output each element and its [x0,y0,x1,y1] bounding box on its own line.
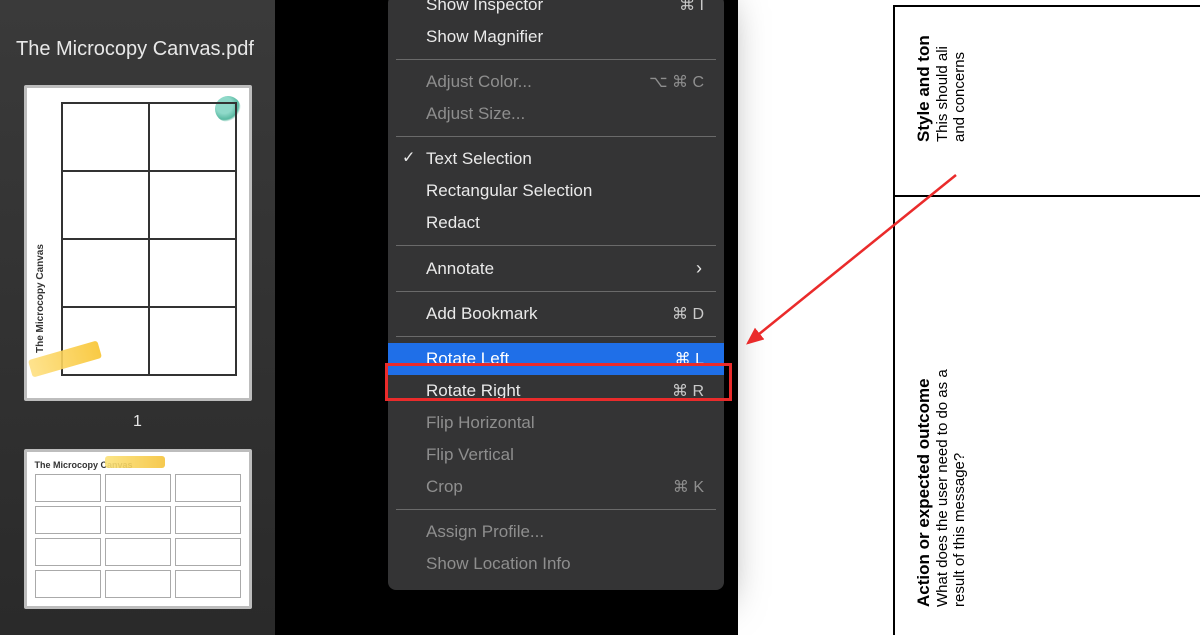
menu-item-show-magnifier[interactable]: Show Magnifier [388,21,724,53]
section-style-heading: Style and ton [914,35,934,142]
menu-separator [396,336,716,337]
menu-item-redact[interactable]: Redact [388,207,724,239]
menu-item-label: Rotate Right [426,381,672,401]
chevron-right-icon: › [696,258,704,279]
menu-item-rotate-right[interactable]: Rotate Right⌘ R [388,375,724,407]
page-thumbnail-1[interactable]: The Microcopy Canvas [24,85,252,401]
menu-item-flip-horizontal: Flip Horizontal [388,407,724,439]
thumbnail-2-wrap: The Microcopy Canvas [16,449,259,609]
menu-item-label: Add Bookmark [426,304,672,324]
menu-item-label: Redact [426,213,704,233]
menu-item-label: Show Magnifier [426,27,704,47]
menu-separator [396,291,716,292]
menu-item-label: Assign Profile... [426,522,704,542]
menu-item-rectangular-selection[interactable]: Rectangular Selection [388,175,724,207]
thumbnail-1-wrap: The Microcopy Canvas 1 [16,85,259,431]
menu-item-label: Text Selection [426,149,704,169]
doc-divider-line [895,195,1200,197]
section-action-sub1: What does the user need to do as a [934,369,951,607]
menu-item-shortcut: ⌘ I [679,0,704,15]
menu-item-rotate-left[interactable]: Rotate Left⌘ L [388,343,724,375]
menu-item-shortcut: ⌘ K [673,477,704,497]
section-style-tone: Style and ton This should ali and concer… [914,35,968,142]
menu-item-label: Crop [426,477,673,497]
page-thumbnail-2[interactable]: The Microcopy Canvas [24,449,252,609]
thumbnails-sidebar: The Microcopy Canvas.pdf The Microcopy C… [0,0,275,635]
section-action-heading: Action or expected outcome [914,369,934,607]
menu-item-label: Flip Horizontal [426,413,704,433]
menu-item-annotate[interactable]: Annotate› [388,252,724,285]
menu-item-label: Flip Vertical [426,445,704,465]
menu-item-label: Rectangular Selection [426,181,704,201]
menu-separator [396,245,716,246]
thumb2-grid [35,474,241,598]
section-style-sub1: This should ali [934,35,951,142]
menu-item-label: Rotate Left [426,349,675,369]
thumb-grid [61,102,237,376]
document-page: Style and ton This should ali and concer… [736,0,1200,635]
menu-item-shortcut: ⌘ L [675,349,704,369]
page-number-1: 1 [133,413,142,431]
menu-item-show-inspector[interactable]: Show Inspector⌘ I [388,0,724,21]
yellow-highlight-2-icon [105,456,165,468]
menu-item-shortcut: ⌥ ⌘ C [649,72,704,92]
menu-separator [396,59,716,60]
section-action-outcome: Action or expected outcome What does the… [914,369,968,607]
menu-item-label: Show Inspector [426,0,679,15]
context-menu: Show Inspector⌘ I Show Magnifier Adjust Co… [388,0,724,590]
menu-item-label: Show Location Info [426,554,704,574]
menu-separator [396,509,716,510]
menu-item-label: Annotate [426,259,696,279]
menu-item-flip-vertical: Flip Vertical [388,439,724,471]
document-title: The Microcopy Canvas.pdf [16,38,259,61]
menu-item-add-bookmark[interactable]: Add Bookmark⌘ D [388,298,724,330]
section-style-sub2: and concerns [951,35,968,142]
app-window: The Microcopy Canvas.pdf The Microcopy C… [0,0,1200,635]
menu-separator [396,136,716,137]
menu-item-shortcut: ⌘ D [672,304,704,324]
menu-item-text-selection[interactable]: ✓ Text Selection [388,143,724,175]
menu-item-label: Adjust Size... [426,104,704,124]
menu-item-show-location-info: Show Location Info [388,548,724,580]
check-icon: ✓ [402,147,415,167]
section-action-sub2: result of this message? [951,369,968,607]
menu-item-label: Adjust Color... [426,72,649,92]
menu-item-adjust-size: Adjust Size... [388,98,724,130]
menu-item-adjust-color: Adjust Color...⌥ ⌘ C [388,66,724,98]
menu-item-shortcut: ⌘ R [672,381,704,401]
menu-item-assign-profile: Assign Profile... [388,516,724,548]
menu-item-crop: Crop⌘ K [388,471,724,503]
thumb-title-rotated: The Microcopy Canvas [35,244,46,353]
